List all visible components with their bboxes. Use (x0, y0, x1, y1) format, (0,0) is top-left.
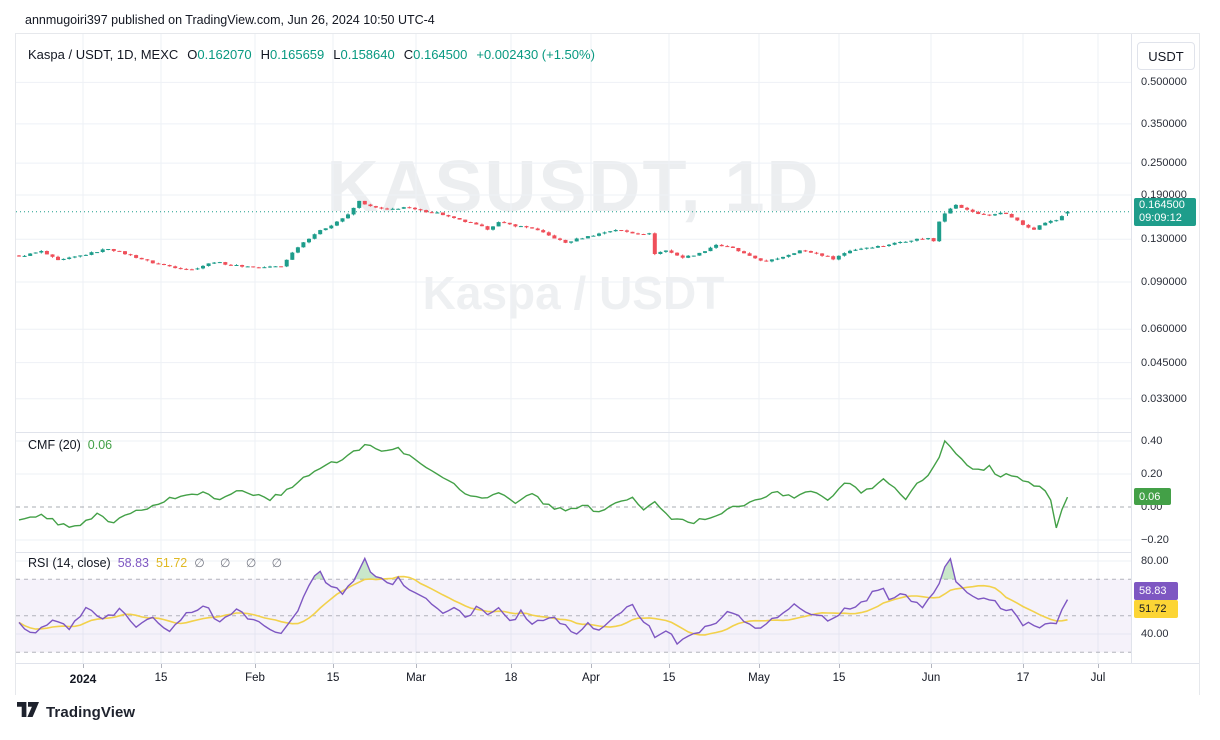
symbol-legend: Kaspa / USDT, 1D, MEXC O0.162070 H0.1656… (28, 47, 595, 62)
time-axis-label: Feb (245, 672, 265, 684)
axis-tick-label: 0.350000 (1141, 118, 1187, 130)
axis-tick-label: 0.250000 (1141, 157, 1187, 169)
axis-tick-label: 0.20 (1141, 468, 1162, 480)
time-axis-label: 15 (155, 672, 168, 684)
rsi-title[interactable]: RSI (14, close) (28, 556, 111, 570)
time-axis-label: 15 (327, 672, 340, 684)
axis-tick-label: −0.20 (1141, 534, 1169, 546)
time-axis-label: Jul (1091, 672, 1106, 684)
tradingview-logo-link[interactable]: TradingView (17, 702, 135, 722)
legend-open: O0.162070 (187, 47, 251, 62)
current-price-badge: 0.16450009:09:12 (1134, 198, 1196, 226)
legend-change: +0.002430 (+1.50%) (476, 47, 595, 62)
rsi-hidden-values: ∅ ∅ ∅ ∅ (194, 556, 288, 570)
rsi-value: 58.83 (118, 556, 149, 570)
axis-tick-label: 40.00 (1141, 628, 1169, 640)
time-axis-tick (759, 664, 760, 668)
chart-plot-area[interactable]: KASUSDT, 1D Kaspa / USDT Kaspa / USDT, 1… (16, 34, 1131, 663)
rsi-value-badge: 58.83 (1134, 582, 1178, 600)
cmf-series (16, 441, 1131, 528)
chart-frame: KASUSDT, 1D Kaspa / USDT Kaspa / USDT, 1… (15, 33, 1200, 695)
time-axis-label: May (748, 672, 770, 684)
legend-close: C0.164500 (404, 47, 468, 62)
axis-tick-label: 0.500000 (1141, 76, 1187, 88)
axis-tick-label: 80.00 (1141, 555, 1169, 567)
time-axis-label: 2024 (70, 672, 97, 686)
axis-tick-label: 0.40 (1141, 435, 1162, 447)
axis-tick-label: 0.130000 (1141, 233, 1187, 245)
rsi-ma-value: 51.72 (156, 556, 187, 570)
cmf-legend: CMF (20) 0.06 (28, 438, 112, 452)
cmf-value: 0.06 (88, 438, 112, 452)
legend-high: H0.165659 (261, 47, 325, 62)
axis-tick-label: 0.045000 (1141, 357, 1187, 369)
time-axis-tick (931, 664, 932, 668)
tradingview-brand-text: TradingView (46, 704, 135, 721)
time-axis-tick (255, 664, 256, 668)
legend-low: L0.158640 (333, 47, 394, 62)
time-axis-tick (1023, 664, 1024, 668)
time-axis-tick (333, 664, 334, 668)
axis-tick-label: 0.060000 (1141, 323, 1187, 335)
axis-tick-label: 0.090000 (1141, 276, 1187, 288)
time-axis-label: Mar (406, 672, 426, 684)
tradingview-icon (17, 702, 39, 722)
time-axis-tick (1098, 664, 1099, 668)
time-axis-tick (83, 664, 84, 668)
time-axis-tick (591, 664, 592, 668)
time-axis[interactable]: 2024 15 Feb 15 Mar 18 Apr 15 May 15 Jun 17 Jul (16, 663, 1199, 695)
axis-tick-label: 0.033000 (1141, 393, 1187, 405)
time-axis-tick (839, 664, 840, 668)
time-axis-label: 15 (833, 672, 846, 684)
cmf-value-badge: 0.06 (1134, 488, 1171, 505)
time-axis-label: 18 (505, 672, 518, 684)
cmf-title[interactable]: CMF (20) (28, 438, 81, 452)
time-axis-label: 17 (1017, 672, 1030, 684)
rsi-series (16, 558, 1131, 652)
symbol-title[interactable]: Kaspa / USDT, 1D, MEXC (28, 47, 178, 62)
time-axis-label: Jun (922, 672, 941, 684)
time-axis-tick (161, 664, 162, 668)
time-axis-tick (511, 664, 512, 668)
time-axis-tick (416, 664, 417, 668)
currency-toggle-button[interactable]: USDT (1137, 42, 1195, 70)
time-axis-label: Apr (582, 672, 600, 684)
time-axis-tick (669, 664, 670, 668)
rsi-ma-value-badge: 51.72 (1134, 600, 1178, 618)
time-axis-label: 15 (663, 672, 676, 684)
published-line: annmugoiri397 published on TradingView.c… (25, 13, 435, 27)
candlestick-series (17, 201, 1070, 270)
price-axis[interactable]: USDT 0.16450009:09:12 0.06 58.83 51.72 0… (1131, 34, 1200, 663)
rsi-legend: RSI (14, close) 58.83 51.72 ∅ ∅ ∅ ∅ (28, 556, 288, 570)
